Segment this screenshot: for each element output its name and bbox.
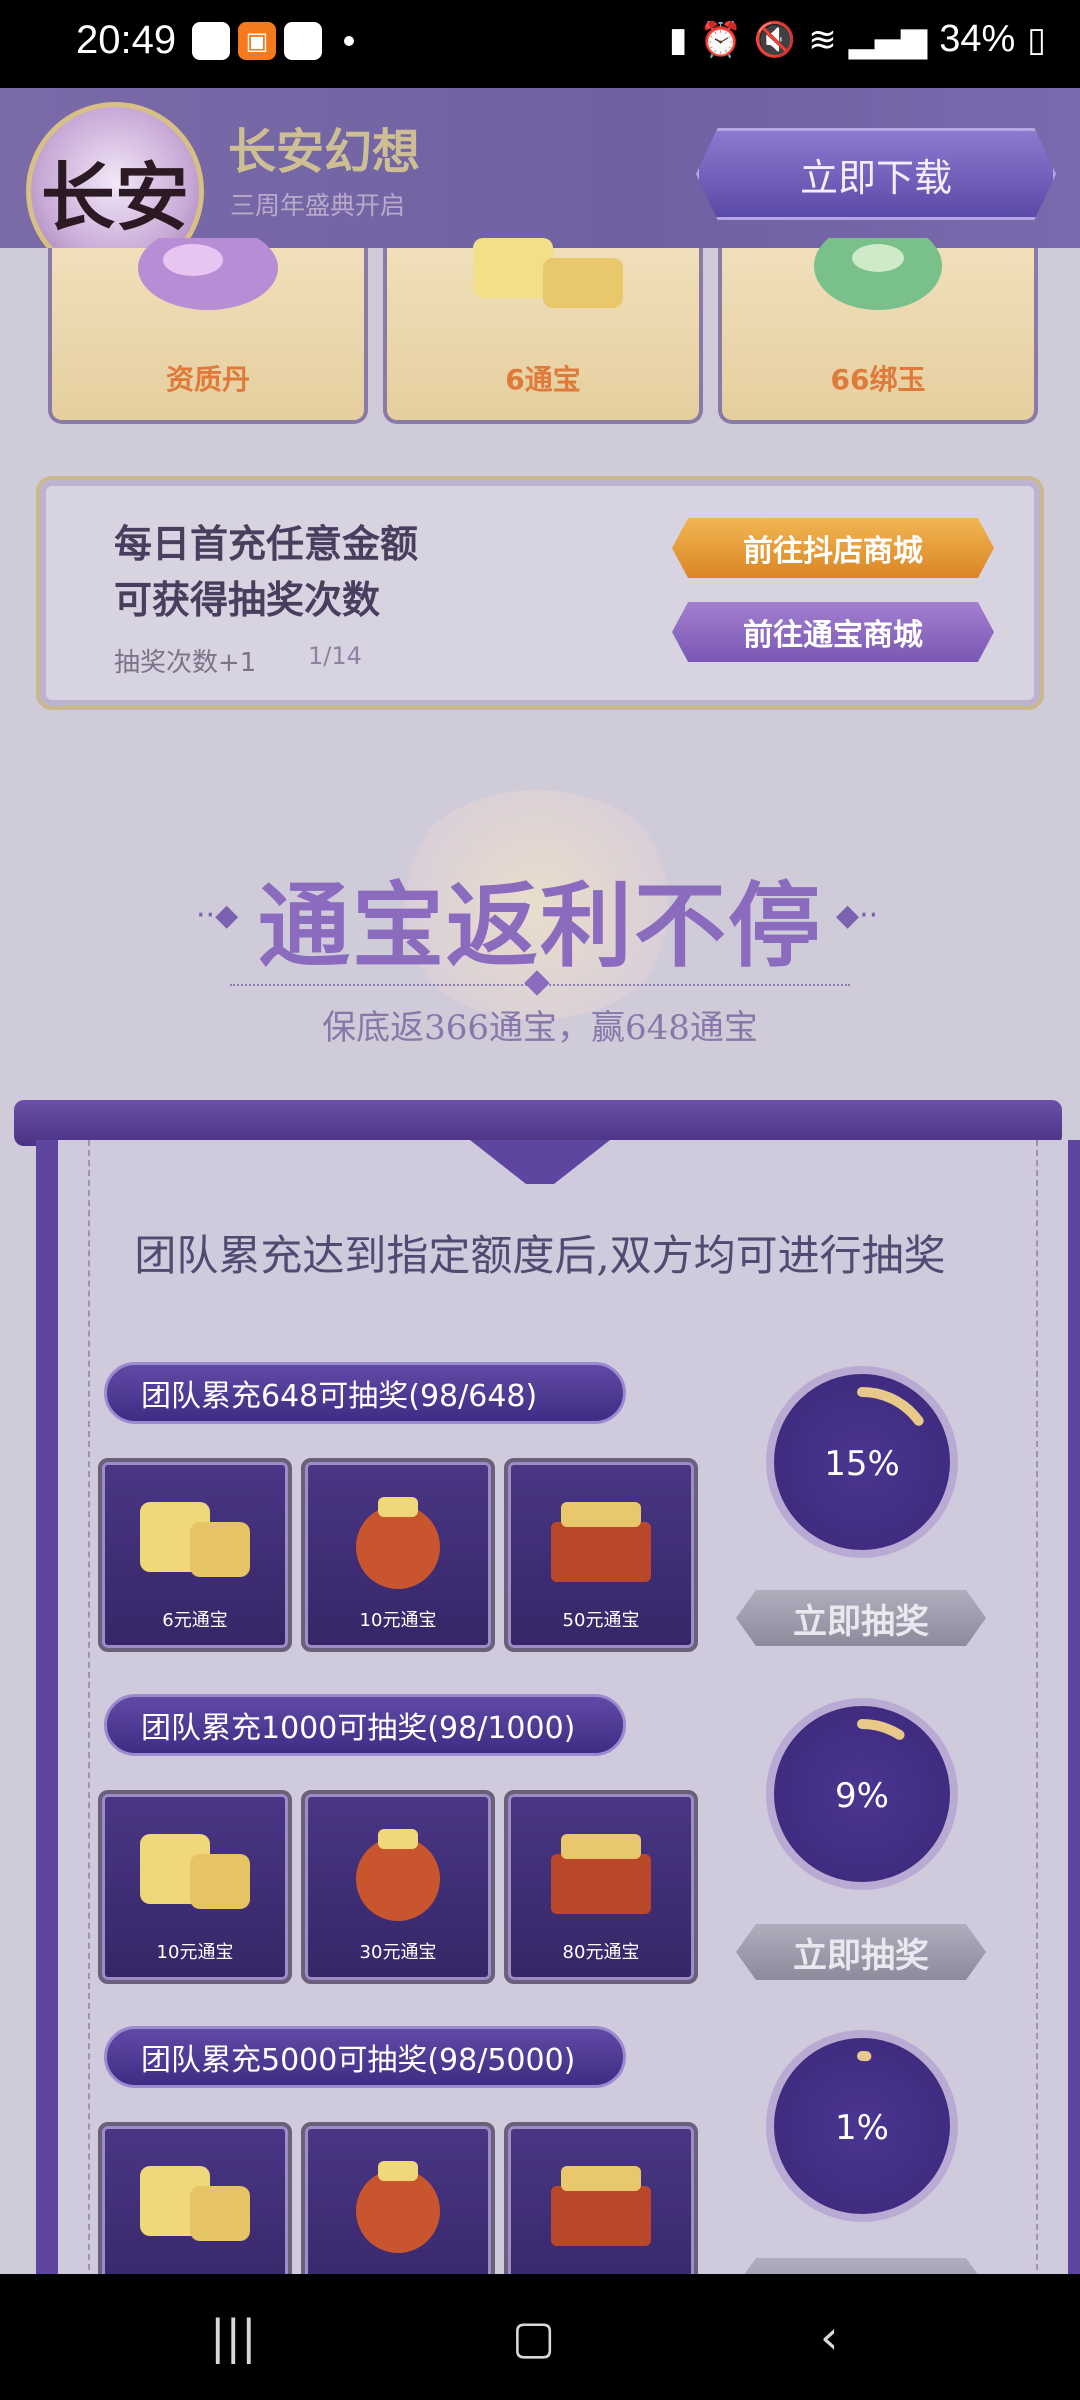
system-nav-bar: ||| ▢ ‹ bbox=[0, 2274, 1080, 2400]
game-title: 长安幻想 bbox=[228, 124, 421, 180]
draw-button[interactable]: 立即抽奖 bbox=[736, 1590, 986, 1646]
prize-name: 80元通宝 bbox=[562, 1942, 640, 1963]
reward-label: 66绑玉 bbox=[830, 363, 926, 396]
prize-name: 30元通宝 bbox=[359, 1942, 437, 1963]
treasure-chest-icon bbox=[551, 1834, 651, 1914]
tongbao-store-label: 前往通宝商城 bbox=[743, 618, 923, 653]
tier-label: 团队累充648可抽奖(98/648) bbox=[104, 1362, 626, 1424]
dou-store-button[interactable]: 前往抖店商城 bbox=[672, 518, 994, 578]
signal-icon: ▂▄▆ bbox=[848, 19, 928, 60]
reward-label: 6通宝 bbox=[505, 363, 581, 396]
status-bar: 20:49 ◠ ▣ ◠ ▮ ⏰ 🔇 ≋ ▂▄▆ 34% ▯ bbox=[0, 0, 1080, 88]
money-bag-icon bbox=[356, 2161, 440, 2253]
status-right: ▮ ⏰ 🔇 ≋ ▂▄▆ 34% ▯ bbox=[669, 18, 1046, 61]
draw-button[interactable]: 立即抽奖 bbox=[736, 1924, 986, 1980]
jade-icon bbox=[814, 238, 942, 310]
prize-name: 10元通宝 bbox=[359, 1610, 437, 1631]
tier-label: 团队累充1000可抽奖(98/1000) bbox=[104, 1694, 626, 1756]
dou-store-label: 前往抖店商城 bbox=[743, 534, 923, 569]
coin-icon bbox=[140, 1834, 250, 1909]
draw-button-label: 立即抽奖 bbox=[793, 1935, 929, 1976]
prize-item: 10元通宝 bbox=[301, 1458, 495, 1652]
recent-apps-icon[interactable]: ||| bbox=[210, 2310, 257, 2364]
progress-circle: 1% bbox=[766, 2030, 958, 2222]
progress-arc-stroke bbox=[857, 1387, 924, 1426]
prize-item: 6元通宝 bbox=[98, 1458, 292, 1652]
money-bag-icon bbox=[356, 1497, 440, 1589]
game-subtitle: 三周年盛典开启 bbox=[230, 191, 406, 220]
progress-percent: 9% bbox=[835, 1776, 889, 1816]
treasure-chest-icon bbox=[551, 1502, 651, 1582]
daily-title-line2: 可获得抽奖次数 bbox=[114, 577, 381, 622]
notification-icons: ◠ ▣ ◠ bbox=[192, 22, 354, 60]
coin-icon bbox=[140, 1502, 250, 1577]
wifi-icon: ≋ bbox=[808, 19, 837, 60]
app-download-banner: 长安 长安幻想 三周年盛典开启 立即下载 bbox=[0, 88, 1080, 280]
more-notifications-icon bbox=[344, 36, 354, 46]
treasure-chest-icon bbox=[551, 2166, 651, 2246]
status-time: 20:49 bbox=[76, 18, 177, 62]
mute-icon: 🔇 bbox=[753, 19, 797, 60]
pill-icon bbox=[138, 238, 278, 310]
progress-circle: 15% bbox=[766, 1366, 958, 1558]
prize-name: 6元通宝 bbox=[162, 1610, 228, 1631]
tongbao-store-button[interactable]: 前往通宝商城 bbox=[672, 602, 994, 662]
prize-name: 10元通宝 bbox=[156, 1942, 234, 1963]
app-notification-icon: ◠ bbox=[284, 22, 322, 60]
prize-item: 50元通宝 bbox=[504, 1458, 698, 1652]
daily-title: 每日首充任意金额 可获得抽奖次数 bbox=[114, 516, 418, 628]
money-bag-icon bbox=[356, 1829, 440, 1921]
reward-card: 6通宝 bbox=[383, 238, 703, 424]
progress-circle: 9% bbox=[766, 1698, 958, 1890]
reward-card: 66绑玉 bbox=[718, 238, 1038, 424]
home-icon[interactable]: ▢ bbox=[512, 2310, 555, 2364]
prize-item: 30元通宝 bbox=[301, 1790, 495, 1984]
download-button[interactable]: 立即下载 bbox=[696, 128, 1056, 220]
daily-title-line1: 每日首充任意金额 bbox=[114, 521, 419, 566]
coin-icon bbox=[473, 238, 623, 308]
daily-recharge-panel: 每日首充任意金额 可获得抽奖次数 抽奖次数+1 1/14 前往抖店商城 前往通宝… bbox=[36, 476, 1044, 710]
reward-label: 资质丹 bbox=[165, 363, 250, 396]
reward-card: 资质丹 bbox=[48, 238, 368, 424]
section-subtitle: 保底返366通宝，赢648通宝 bbox=[322, 1008, 758, 1048]
draw-count-text: 抽奖次数+1 bbox=[114, 648, 257, 678]
app-notification-icon: ◠ bbox=[192, 22, 230, 60]
progress-arc-stroke bbox=[857, 1719, 905, 1740]
progress-percent: 1% bbox=[835, 2108, 889, 2148]
progress-percent: 15% bbox=[824, 1444, 900, 1484]
prize-item: 80元通宝 bbox=[504, 1790, 698, 1984]
back-icon[interactable]: ‹ bbox=[820, 2310, 838, 2364]
battery-icon: ▯ bbox=[1027, 19, 1046, 60]
download-button-label: 立即下载 bbox=[799, 155, 952, 200]
panel-intro: 团队累充达到指定额度后,双方均可进行抽奖 bbox=[134, 1231, 946, 1280]
alarm-icon: ⏰ bbox=[699, 19, 742, 60]
section-title: 通宝返利不停 bbox=[257, 872, 822, 980]
tier-label: 团队累充5000可抽奖(98/5000) bbox=[104, 2026, 626, 2088]
coin-icon bbox=[140, 2166, 250, 2241]
sim-icon: ▮ bbox=[668, 19, 688, 60]
prize-name: 50元通宝 bbox=[562, 1610, 640, 1631]
daily-progress: 1/14 bbox=[308, 642, 362, 670]
draw-button-label: 立即抽奖 bbox=[793, 1601, 929, 1642]
battery-percent: 34% bbox=[939, 18, 1016, 60]
app-notification-icon: ▣ bbox=[238, 22, 276, 60]
prize-item: 10元通宝 bbox=[98, 1790, 292, 1984]
